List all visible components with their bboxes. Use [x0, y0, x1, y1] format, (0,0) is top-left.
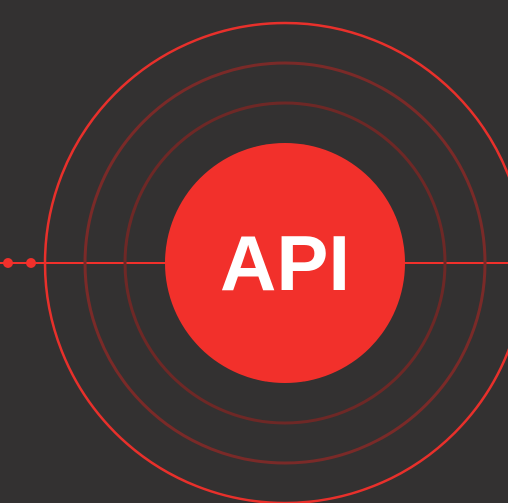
api-label: API	[220, 219, 350, 307]
api-radar-illustration: API	[0, 21, 508, 503]
connector-dot	[3, 258, 13, 268]
connector-dot	[26, 258, 36, 268]
